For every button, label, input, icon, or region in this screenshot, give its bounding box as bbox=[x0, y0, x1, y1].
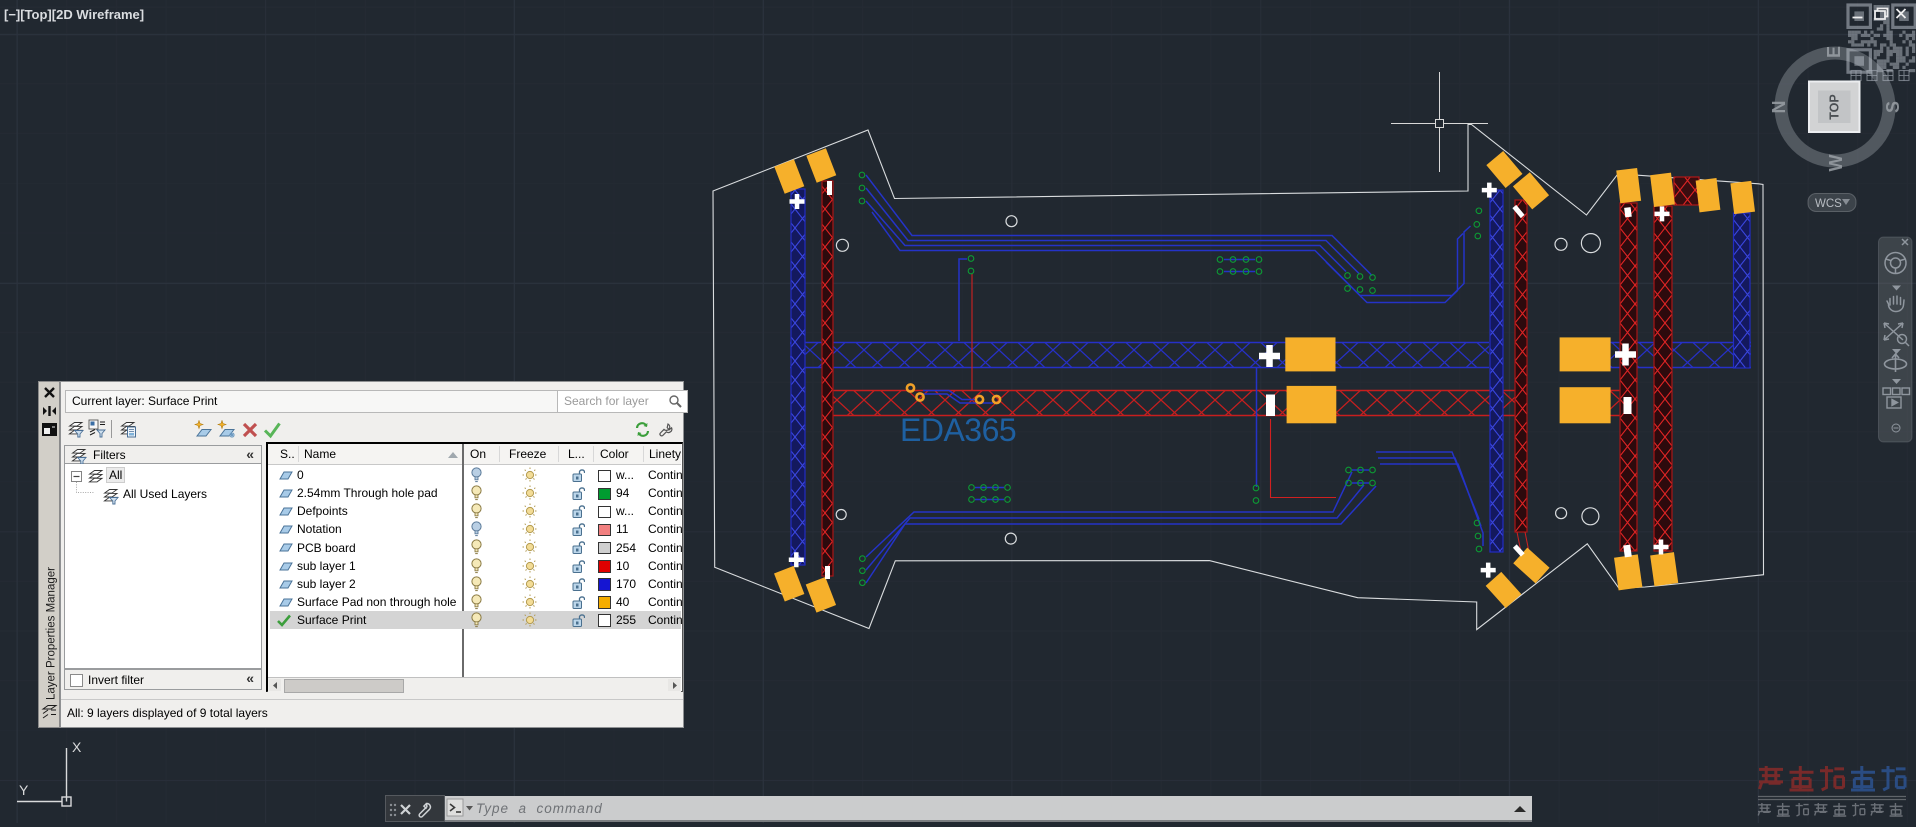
svg-text:Y: Y bbox=[19, 782, 29, 798]
svg-text:EDA365: EDA365 bbox=[900, 412, 1016, 448]
svg-text:TOP: TOP bbox=[1828, 94, 1842, 119]
svg-text:S: S bbox=[1883, 101, 1903, 113]
svg-text:Layer Properties Manager: Layer Properties Manager bbox=[46, 567, 58, 700]
svg-text:X: X bbox=[72, 739, 82, 755]
svg-text:E: E bbox=[1824, 46, 1844, 58]
svg-text:W: W bbox=[1826, 155, 1846, 172]
svg-text:N: N bbox=[1769, 101, 1789, 114]
svg-text:WCS: WCS bbox=[1815, 198, 1842, 210]
